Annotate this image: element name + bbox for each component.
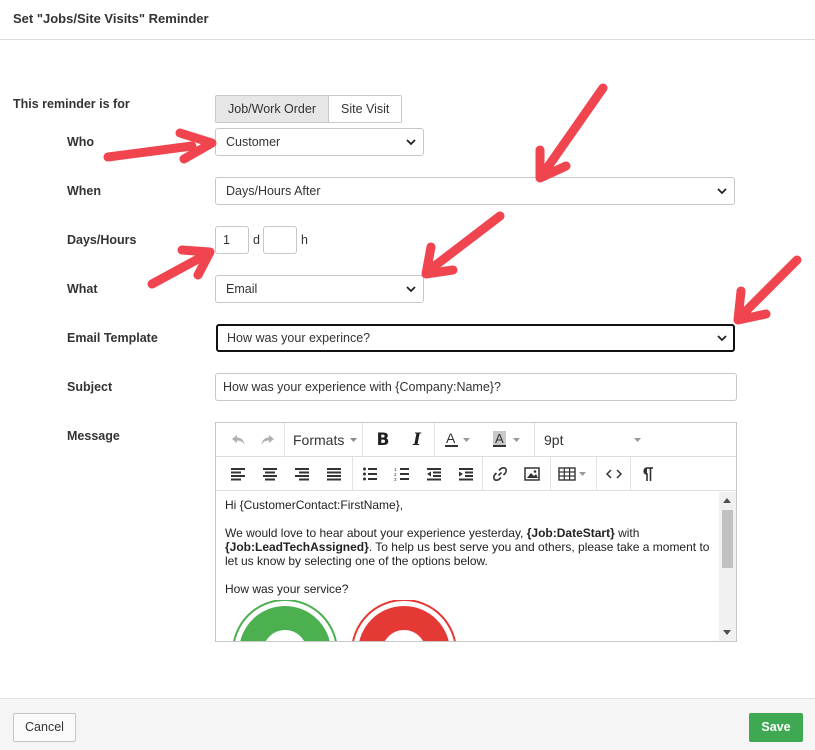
- arrow-to-when: [535, 83, 608, 183]
- chevron-down-icon: [406, 139, 416, 146]
- formats-label: Formats: [293, 432, 345, 448]
- job-date-start-token: {Job:DateStart}: [526, 526, 615, 540]
- message-question: How was your service?: [225, 582, 349, 596]
- scroll-down-icon[interactable]: [723, 630, 731, 635]
- message-greeting: Hi {CustomerContact:FirstName},: [225, 498, 404, 512]
- cancel-button[interactable]: Cancel: [13, 713, 76, 742]
- align-center-icon[interactable]: [254, 457, 286, 491]
- who-label: Who: [67, 135, 95, 149]
- days-input[interactable]: 1: [215, 226, 249, 254]
- what-select[interactable]: Email: [215, 275, 424, 303]
- hours-unit: h: [301, 233, 308, 247]
- option-site-visit[interactable]: Site Visit: [329, 96, 402, 122]
- scroll-thumb[interactable]: [722, 510, 733, 568]
- image-icon[interactable]: [516, 457, 548, 491]
- email-template-label: Email Template: [67, 331, 158, 345]
- arrow-to-who: [103, 128, 217, 164]
- align-left-icon[interactable]: [222, 457, 254, 491]
- dialog-header: Set "Jobs/Site Visits" Reminder: [0, 0, 815, 40]
- link-icon[interactable]: [484, 457, 516, 491]
- italic-icon[interactable]: I: [400, 423, 434, 457]
- svg-text:A: A: [495, 431, 504, 446]
- align-right-icon[interactable]: [286, 457, 318, 491]
- arrow-to-what: [421, 211, 505, 279]
- indent-icon[interactable]: [450, 457, 482, 491]
- source-code-icon[interactable]: [598, 457, 630, 491]
- hours-input[interactable]: [263, 226, 297, 254]
- svg-text:3: 3: [394, 477, 397, 481]
- message-paragraph: We would love to hear about your experie…: [225, 526, 710, 568]
- message-editor: Formats B I A A 9pt 1 2 3 Hi {CustomerCo…: [215, 422, 737, 642]
- bold-icon[interactable]: B: [366, 423, 400, 457]
- job-lead-tech-token: {Job:LeadTechAssigned}: [225, 540, 369, 554]
- align-justify-icon[interactable]: [318, 457, 350, 491]
- outdent-icon[interactable]: [418, 457, 450, 491]
- font-size-dropdown[interactable]: 9pt: [538, 423, 650, 457]
- what-select-value: Email: [226, 282, 258, 296]
- message-label: Message: [67, 429, 120, 443]
- caret-down-icon: [634, 438, 641, 442]
- redo-icon[interactable]: [250, 423, 284, 457]
- chevron-down-icon: [406, 286, 416, 293]
- bullet-list-icon[interactable]: [354, 457, 386, 491]
- arrow-to-days: [147, 245, 215, 289]
- chevron-down-icon: [717, 188, 727, 195]
- good-rating-icon[interactable]: [233, 600, 337, 641]
- who-select-value: Customer: [226, 135, 281, 149]
- subject-label: Subject: [67, 380, 113, 394]
- rating-options: [233, 600, 456, 641]
- editor-scrollbar[interactable]: [719, 492, 736, 641]
- subject-input[interactable]: How was your experience with {Company:Na…: [215, 373, 737, 401]
- chevron-down-icon: [717, 335, 727, 342]
- days-unit: d: [253, 233, 260, 247]
- editor-toolbar-row-2: 123: [216, 457, 736, 491]
- editor-toolbar-row-1: Formats B I A A 9pt: [216, 423, 736, 457]
- message-content[interactable]: Hi {CustomerContact:FirstName}, We would…: [216, 492, 720, 641]
- when-label: When: [67, 184, 102, 198]
- caret-down-icon: [350, 438, 358, 442]
- what-label: What: [67, 282, 98, 296]
- reminder-for-toggle: Job/Work Order Site Visit: [215, 95, 403, 123]
- arrow-to-email-template: [733, 255, 802, 325]
- when-select[interactable]: Days/Hours After: [215, 177, 735, 205]
- font-size-value: 9pt: [544, 432, 564, 448]
- scroll-up-icon[interactable]: [723, 498, 731, 503]
- paragraph-marks-icon[interactable]: [632, 457, 664, 491]
- when-select-value: Days/Hours After: [226, 184, 321, 198]
- svg-text:A: A: [446, 431, 456, 446]
- email-template-select[interactable]: How was your experince?: [216, 324, 735, 352]
- text-color-icon[interactable]: A: [438, 423, 478, 457]
- formats-dropdown[interactable]: Formats: [288, 423, 360, 457]
- email-template-select-value: How was your experince?: [227, 331, 371, 345]
- numbered-list-icon[interactable]: 123: [386, 457, 418, 491]
- table-icon[interactable]: [552, 457, 594, 491]
- background-color-icon[interactable]: A: [486, 423, 528, 457]
- dialog-footer: Cancel Save: [0, 698, 815, 750]
- bad-rating-icon[interactable]: [352, 600, 456, 641]
- save-button[interactable]: Save: [749, 713, 803, 742]
- dialog-title: Set "Jobs/Site Visits" Reminder: [13, 11, 209, 26]
- option-job-work-order[interactable]: Job/Work Order: [216, 96, 329, 122]
- who-select[interactable]: Customer: [215, 128, 424, 156]
- reminder-for-label: This reminder is for: [13, 97, 130, 111]
- days-hours-label: Days/Hours: [67, 233, 137, 247]
